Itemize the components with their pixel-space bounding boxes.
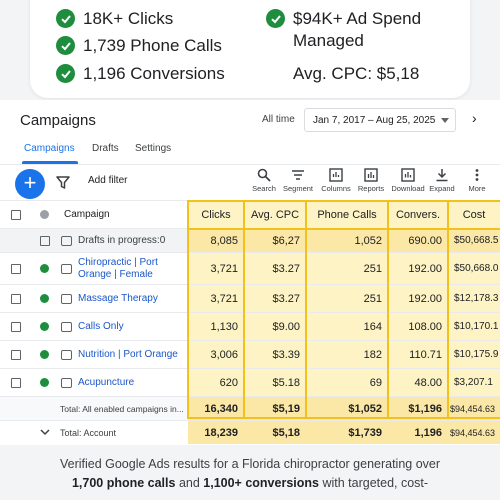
check-circle-icon	[56, 64, 75, 83]
expand-icon	[436, 169, 448, 182]
campaign-link[interactable]: Acupuncture	[78, 377, 134, 389]
reports-icon	[364, 168, 378, 182]
draft-icon	[61, 235, 72, 246]
enabled-status-dot	[40, 322, 49, 331]
total-account-label: Total: Account	[60, 427, 117, 438]
segment-icon	[292, 170, 304, 180]
enabled-status-dot	[40, 378, 49, 387]
add-button[interactable]: +	[15, 169, 45, 199]
table-row: Nutrition | Port Orange 3,006 $3.39 182 …	[0, 340, 500, 368]
table-row: Calls Only 1,130 $9.00 164 108.00 $10,17…	[0, 312, 500, 340]
campaigns-panel: Campaigns All time Jan 7, 2017 – Aug 25,…	[0, 100, 500, 445]
columns-icon	[329, 168, 343, 182]
row-checkbox[interactable]	[11, 321, 21, 332]
enabled-status-dot	[40, 294, 49, 303]
filter-icon[interactable]	[56, 176, 70, 194]
search-campaign-icon	[61, 263, 72, 274]
table-header: Campaign Clicks Avg. CPC Phone Calls Con…	[0, 200, 500, 228]
campaigns-header: Campaigns All time Jan 7, 2017 – Aug 25,…	[0, 100, 500, 140]
highlight-border	[187, 200, 500, 202]
column-conversions[interactable]: Convers.	[388, 201, 448, 228]
columns-tool[interactable]: Columns	[317, 168, 355, 193]
enabled-status-dot	[40, 350, 49, 359]
caret-down-icon	[441, 118, 449, 123]
stat-ad-spend-managed: Managed	[293, 31, 364, 50]
column-cost[interactable]: Cost	[448, 201, 500, 228]
column-avg-cpc[interactable]: Avg. CPC	[244, 201, 306, 228]
segment-tool[interactable]: Segment	[279, 168, 317, 193]
row-checkbox[interactable]	[11, 263, 21, 274]
row-checkbox[interactable]	[11, 349, 21, 360]
highlight-border	[447, 200, 449, 418]
stat-conversions: 1,196 Conversions	[56, 63, 225, 85]
enabled-status-dot	[40, 264, 49, 273]
check-circle-icon	[266, 9, 285, 28]
expand-tool[interactable]: Expand	[423, 168, 461, 193]
total-enabled-label: Total: All enabled campaigns in...	[60, 403, 184, 414]
row-checkbox[interactable]	[11, 293, 21, 304]
campaign-link[interactable]: Chiropractic | Port Orange | Female	[78, 257, 184, 281]
search-tool[interactable]: Search	[245, 168, 283, 193]
reports-tool[interactable]: Reports	[352, 168, 390, 193]
highlight-border	[387, 200, 389, 418]
status-dot	[40, 210, 49, 219]
tab-drafts[interactable]: Drafts	[92, 143, 119, 154]
search-campaign-icon	[61, 349, 72, 360]
highlight-border	[187, 417, 500, 419]
column-campaign[interactable]: Campaign	[64, 201, 110, 228]
drafts-row: Drafts in progress:0 8,085 $6,27 1,052 6…	[0, 228, 500, 252]
campaign-link[interactable]: Massage Therapy	[78, 293, 158, 305]
chevron-down-icon[interactable]	[40, 427, 50, 439]
row-checkbox[interactable]	[11, 377, 21, 388]
caption: Verified Google Ads results for a Florid…	[59, 457, 441, 490]
download-icon	[401, 168, 415, 182]
campaign-link[interactable]: Nutrition | Port Orange	[78, 349, 178, 361]
tab-bar: Campaigns Drafts Settings	[0, 140, 500, 164]
table-row: Massage Therapy 3,721 $3.27 251 192.00 $…	[0, 284, 500, 312]
date-range-select[interactable]: Jan 7, 2017 – Aug 25, 2025	[304, 108, 456, 132]
stat-clicks: 18K+ Clicks	[56, 8, 173, 30]
more-tool[interactable]: More	[458, 168, 496, 193]
more-vert-icon	[475, 169, 479, 181]
toolbar: + Add filter Search Segment Columns Repo…	[0, 164, 500, 200]
search-campaign-icon	[61, 321, 72, 332]
highlight-border	[305, 200, 307, 418]
highlight-border	[187, 228, 500, 230]
total-account-row: Total: Account 18,239 $5,18 $1,739 1,196…	[0, 420, 500, 444]
column-phone-calls[interactable]: Phone Calls	[306, 201, 388, 228]
campaign-link[interactable]: Calls Only	[78, 321, 124, 333]
stat-ad-spend: $94K+ Ad Spend	[266, 8, 421, 30]
highlight-border	[243, 200, 245, 418]
drafts-label[interactable]: Drafts in progress:0	[78, 229, 165, 252]
search-campaign-icon	[61, 293, 72, 304]
table-row: Acupuncture 620 $5.18 69 48.00 $3,207.1	[0, 368, 500, 396]
chevron-right-icon[interactable]: ›	[472, 110, 477, 126]
highlight-border	[187, 200, 189, 418]
add-filter-button[interactable]: Add filter	[88, 175, 127, 186]
column-clicks[interactable]: Clicks	[188, 201, 244, 228]
row-checkbox[interactable]	[40, 235, 50, 246]
download-tool[interactable]: Download	[389, 168, 427, 193]
search-campaign-icon	[61, 377, 72, 388]
stats-card: 18K+ Clicks 1,739 Phone Calls 1,196 Conv…	[30, 0, 470, 98]
stat-avg-cpc: Avg. CPC: $5,18	[293, 64, 420, 83]
stat-phone-calls: 1,739 Phone Calls	[56, 35, 222, 57]
page-title: Campaigns	[20, 112, 96, 129]
table-row: Chiropractic | Port Orange | Female 3,72…	[0, 252, 500, 284]
date-range-label: All time	[262, 114, 295, 125]
select-all-checkbox[interactable]	[11, 209, 21, 220]
tab-campaigns[interactable]: Campaigns	[24, 143, 75, 154]
check-circle-icon	[56, 36, 75, 55]
check-circle-icon	[56, 9, 75, 28]
search-icon	[257, 168, 271, 182]
tab-settings[interactable]: Settings	[135, 143, 171, 154]
